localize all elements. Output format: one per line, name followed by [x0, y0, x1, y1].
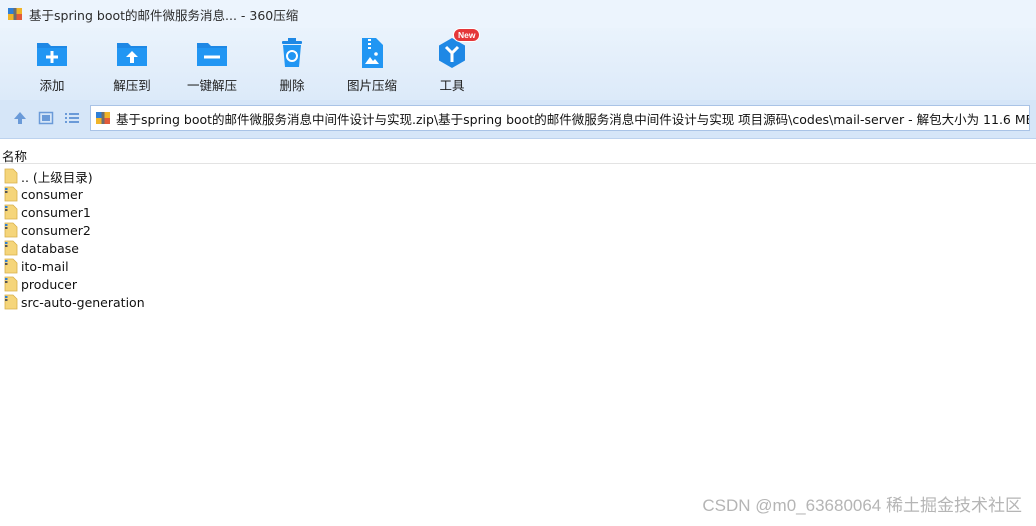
list-item-label: database	[21, 240, 79, 256]
tools-label: 工具	[439, 78, 465, 93]
archive-app-icon	[8, 8, 22, 20]
zipped-folder-icon	[4, 276, 18, 292]
address-bar[interactable]: 基于spring boot的邮件微服务消息中间件设计与实现.zip\基于spri…	[90, 105, 1030, 131]
add-label: 添加	[39, 78, 65, 93]
tools-button[interactable]: New 工具	[412, 28, 492, 96]
extract-to-label: 解压到	[113, 78, 151, 93]
list-item[interactable]: ito-mail	[4, 257, 145, 275]
list-item[interactable]: producer	[4, 275, 145, 293]
list-item[interactable]: database	[4, 239, 145, 257]
tools-icon-wrap: New	[435, 28, 481, 70]
list-item-label: producer	[21, 276, 78, 292]
zipped-folder-icon	[4, 294, 18, 310]
one-click-extract-icon	[197, 43, 227, 66]
list-item-label: consumer2	[21, 222, 91, 238]
delete-label: 删除	[279, 78, 305, 93]
navigation-bar: 基于spring boot的邮件微服务消息中间件设计与实现.zip\基于spri…	[0, 100, 1036, 139]
list-item-label: .. (上级目录)	[21, 169, 93, 185]
list-item[interactable]: consumer2	[4, 221, 145, 239]
image-compress-button[interactable]: 图片压缩	[332, 36, 412, 96]
archive-icon	[96, 112, 110, 124]
extract-to-icon	[117, 43, 147, 66]
one-click-extract-button[interactable]: 一键解压	[172, 36, 252, 96]
list-item-label: ito-mail	[21, 258, 69, 274]
window-title: 基于spring boot的邮件微服务消息... - 360压缩	[29, 7, 299, 23]
title-bar: 基于spring boot的邮件微服务消息... - 360压缩	[0, 0, 1036, 28]
toolbar: 添加 解压到 一键解压 删除 图片压缩 New 工具	[0, 28, 1036, 100]
list-header: 名称	[0, 143, 1036, 164]
delete-button[interactable]: 删除	[252, 36, 332, 96]
zipped-folder-icon	[4, 222, 18, 238]
list-item-label: consumer	[21, 186, 83, 202]
list-item-label: src-auto-generation	[21, 294, 145, 310]
zipped-folder-icon	[4, 186, 18, 202]
view-thumbnail-icon[interactable]	[38, 110, 54, 126]
archive-path: 基于spring boot的邮件微服务消息中间件设计与实现.zip\基于spri…	[116, 111, 1029, 127]
list-item-label: consumer1	[21, 204, 91, 220]
folder-icon	[4, 168, 18, 184]
zipped-folder-icon	[4, 258, 18, 274]
add-button[interactable]: 添加	[12, 36, 92, 96]
list-item[interactable]: src-auto-generation	[4, 293, 145, 311]
list-item[interactable]: consumer1	[4, 203, 145, 221]
extract-to-button[interactable]: 解压到	[92, 36, 172, 96]
view-list-icon[interactable]	[64, 110, 80, 126]
zipped-folder-icon	[4, 204, 18, 220]
zipped-folder-icon	[4, 240, 18, 256]
file-list: .. (上级目录) consumer consumer1 consumer2 d…	[4, 167, 145, 311]
list-item[interactable]: consumer	[4, 185, 145, 203]
new-badge: New	[453, 28, 481, 42]
up-level-icon[interactable]	[12, 110, 28, 126]
watermark: CSDN @m0_63680064 稀土掘金技术社区	[702, 496, 1022, 515]
list-item-parent[interactable]: .. (上级目录)	[4, 167, 145, 185]
column-header-name[interactable]: 名称	[2, 146, 27, 165]
image-compress-icon	[362, 38, 383, 68]
delete-icon	[282, 38, 302, 67]
image-compress-label: 图片压缩	[346, 78, 397, 93]
add-archive-icon	[37, 43, 67, 66]
one-click-extract-label: 一键解压	[186, 78, 237, 93]
